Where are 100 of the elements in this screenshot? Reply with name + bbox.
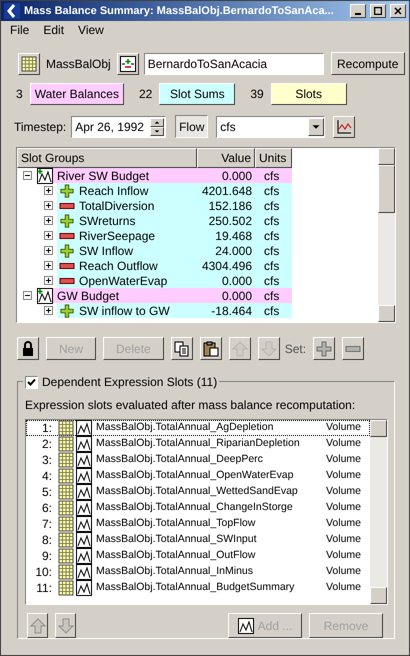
menu-item[interactable]: File <box>10 21 30 39</box>
table-icon <box>58 452 74 468</box>
units-cell-text: cfs <box>263 228 280 244</box>
units-cell-text: cfs <box>263 212 280 230</box>
units-cell-text: Volume <box>326 452 362 468</box>
slot-row[interactable]: SW inflow to GW -18.464 cfs <box>57 303 292 318</box>
expression-slot-row[interactable]: 9: MassBalObj.TotalAnnual_OutFlow Volume <box>26 548 370 564</box>
table-icon <box>21 56 37 72</box>
slot-name: MassBalObj.TotalAnnual_TopFlow <box>96 516 256 532</box>
expression-slot-row[interactable]: 3: MassBalObj.TotalAnnual_DeepPerc Volume <box>26 452 370 468</box>
minus-icon <box>59 276 75 284</box>
expand-icon[interactable] <box>44 231 53 240</box>
value-cell-text: 0.000 <box>220 272 253 290</box>
plus-icon <box>60 214 74 228</box>
row-number: 6: <box>40 500 52 517</box>
plus-button[interactable] <box>313 337 336 360</box>
expand-icon[interactable] <box>44 201 53 210</box>
set-label: Set: <box>284 340 306 358</box>
minimize-button[interactable] <box>350 4 366 18</box>
menu-item[interactable]: View <box>78 21 104 39</box>
slot-name: SWreturns <box>78 212 136 230</box>
recompute-button[interactable]: Recompute <box>330 52 405 75</box>
copy-button[interactable] <box>170 337 193 360</box>
lock-button[interactable] <box>17 337 39 360</box>
table-icon <box>58 532 74 548</box>
unit-dropdown[interactable]: cfs <box>216 116 326 138</box>
category-button[interactable]: Slot Sums <box>159 83 236 105</box>
table-icon <box>58 516 74 532</box>
table-button[interactable] <box>18 52 40 74</box>
units-cell-text: Volume <box>326 468 362 484</box>
column-header[interactable]: Units <box>255 148 292 168</box>
graph-icon <box>76 516 92 532</box>
app-logo-icon <box>4 3 20 19</box>
slot-row[interactable]: TotalDiversion 152.186 cfs <box>57 198 292 213</box>
plus-icon <box>316 340 332 356</box>
expand-icon[interactable] <box>44 186 53 195</box>
count-label: 3 <box>16 86 23 103</box>
row-number: 5: <box>40 484 52 501</box>
flow-toggle[interactable]: Flow <box>175 115 208 138</box>
row-number: 1: <box>40 420 52 437</box>
spin-up-icon[interactable] <box>150 118 164 126</box>
count-label: 22 <box>138 86 152 103</box>
group-row[interactable]: River SW Budget 0.000 cfs <box>53 168 292 183</box>
expression-slot-row[interactable]: 7: MassBalObj.TotalAnnual_TopFlow Volume <box>26 516 370 532</box>
scrollbar[interactable] <box>370 420 387 604</box>
slot-row[interactable]: SWreturns 250.502 cfs <box>57 213 292 228</box>
column-header[interactable]: Value <box>197 148 255 168</box>
slot-row[interactable]: RiverSeepage 19.468 cfs <box>57 228 292 243</box>
slot-name: MassBalObj.TotalAnnual_AgDepletion <box>96 420 274 436</box>
expression-slot-row[interactable]: 5: MassBalObj.TotalAnnual_WettedSandEvap Volume <box>26 484 370 500</box>
graph-icon <box>76 468 92 484</box>
graph-icon <box>37 168 53 184</box>
expand-icon[interactable] <box>44 246 53 255</box>
collapse-icon[interactable] <box>22 171 32 180</box>
object-name-field[interactable]: BernardoToSanAcacia <box>144 52 324 74</box>
select-object-button[interactable] <box>116 52 139 74</box>
category-button[interactable]: Slots <box>270 83 347 105</box>
paste-button[interactable] <box>200 337 222 360</box>
slot-name: MassBalObj.TotalAnnual_RiparianDepletion <box>96 436 301 452</box>
units-cell-text: Volume <box>326 436 362 452</box>
group-row[interactable]: GW Budget 0.000 cfs <box>53 288 292 303</box>
slot-name: MassBalObj.TotalAnnual_SWInput <box>96 532 258 548</box>
expression-slot-row[interactable]: 1: MassBalObj.TotalAnnual_AgDepletion Volume <box>26 420 370 436</box>
collapse-icon[interactable] <box>22 291 32 300</box>
count-label: 39 <box>250 86 264 103</box>
units-cell-text: Volume <box>326 484 362 500</box>
close-button[interactable] <box>390 4 406 18</box>
expression-slot-row[interactable]: 10: MassBalObj.TotalAnnual_InMinus Volume <box>26 564 370 580</box>
expression-slot-row[interactable]: 8: MassBalObj.TotalAnnual_SWInput Volume <box>26 532 370 548</box>
timestep-label: Timestep: <box>14 118 66 136</box>
expression-slot-row[interactable]: 2: MassBalObj.TotalAnnual_RiparianDepletion Volume <box>26 436 370 452</box>
slot-row[interactable]: SW Inflow 24.000 cfs <box>57 243 292 258</box>
expand-icon[interactable] <box>44 261 53 270</box>
maximize-button[interactable] <box>370 4 386 18</box>
column-header[interactable]: Slot Groups <box>17 148 197 168</box>
slot-row[interactable]: Reach Outflow 4304.496 cfs <box>57 258 292 273</box>
dependent-checkbox[interactable] <box>25 376 38 388</box>
slot-row[interactable]: Reach Inflow 4201.648 cfs <box>57 183 292 198</box>
expression-slot-row[interactable]: 6: MassBalObj.TotalAnnual_ChangeInStorge Volume <box>26 500 370 516</box>
menu-item[interactable]: Edit <box>43 21 64 39</box>
slot-row[interactable]: OpenWaterEvap 0.000 cfs <box>57 273 292 288</box>
date-spinner[interactable]: Apr 26, 1992 <box>71 116 166 138</box>
expand-icon[interactable] <box>44 276 53 285</box>
minus-button[interactable] <box>342 337 364 360</box>
plot-button[interactable] <box>333 116 356 138</box>
expand-icon[interactable] <box>44 216 53 225</box>
units-cell-text: cfs <box>263 302 280 320</box>
slot-name: TotalDiversion <box>78 198 156 214</box>
expand-icon[interactable] <box>44 306 53 315</box>
slot-name: MassBalObj.TotalAnnual_OpenWaterEvap <box>96 468 294 484</box>
units-cell-text: Volume <box>326 580 362 596</box>
expression-slot-row[interactable]: 11: MassBalObj.TotalAnnual_BudgetSummary Volume <box>26 580 370 596</box>
expression-slot-row[interactable]: 4: MassBalObj.TotalAnnual_OpenWaterEvap Volume <box>26 468 370 484</box>
maximize-icon <box>374 7 382 15</box>
slot-name: OpenWaterEvap <box>78 272 168 290</box>
table-icon <box>58 420 74 436</box>
category-button[interactable]: Water Balances <box>30 83 124 105</box>
scrollbar[interactable] <box>378 148 395 322</box>
row-number: 3: <box>40 452 52 469</box>
slot-name: MassBalObj.TotalAnnual_ChangeInStorge <box>96 500 294 516</box>
